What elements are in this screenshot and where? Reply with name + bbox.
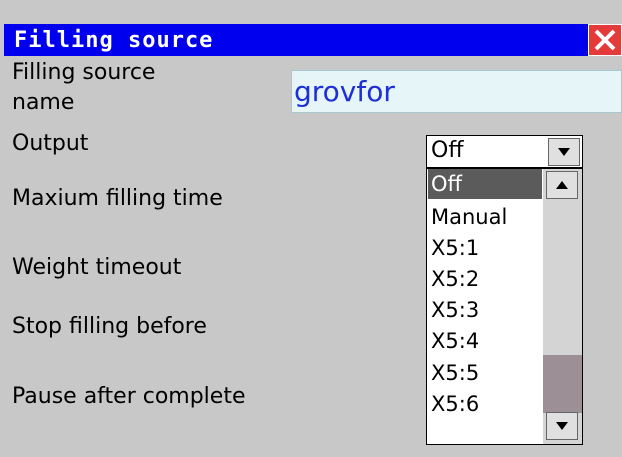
- chevron-down-icon: [556, 422, 568, 430]
- option-x5-1[interactable]: X5:1: [428, 233, 542, 263]
- chevron-up-icon: [556, 181, 568, 189]
- chevron-down-icon: [558, 148, 570, 156]
- close-icon: [594, 29, 616, 51]
- weight-timeout-label: Weight timeout: [12, 255, 182, 280]
- option-x5-6[interactable]: X5:6: [428, 389, 542, 419]
- stop-filling-before-label: Stop filling before: [12, 314, 207, 339]
- max-filling-time-label: Maxium filling time: [12, 186, 223, 211]
- dropdown-toggle-button[interactable]: [548, 138, 580, 166]
- dropdown-scrollbar[interactable]: [543, 169, 582, 444]
- filling-source-name-input[interactable]: grovfor: [291, 70, 622, 113]
- option-manual[interactable]: Manual: [428, 202, 542, 232]
- name-label-line2: name: [12, 90, 75, 115]
- scrollbar-thumb[interactable]: [543, 355, 582, 413]
- scroll-down-button[interactable]: [546, 412, 578, 440]
- output-selected-value: Off: [431, 138, 464, 163]
- pause-after-complete-label: Pause after complete: [12, 384, 246, 409]
- title-bar: Filling source: [4, 24, 622, 56]
- scroll-up-button[interactable]: [546, 171, 578, 199]
- close-button[interactable]: [588, 24, 622, 56]
- output-select[interactable]: Off: [426, 135, 583, 168]
- output-options-list[interactable]: Off Manual X5:1 X5:2 X5:3 X5:4 X5:5 X5:6: [426, 168, 583, 445]
- name-label-line1: Filling source: [12, 60, 156, 85]
- option-x5-4[interactable]: X5:4: [428, 326, 542, 356]
- output-label: Output: [12, 131, 89, 156]
- option-x5-3[interactable]: X5:3: [428, 295, 542, 325]
- option-x5-2[interactable]: X5:2: [428, 264, 542, 294]
- option-x5-5[interactable]: X5:5: [428, 358, 542, 388]
- filling-source-name-label: Filling source name: [12, 58, 155, 118]
- window-title: Filling source: [14, 28, 214, 53]
- option-off[interactable]: Off: [428, 169, 542, 199]
